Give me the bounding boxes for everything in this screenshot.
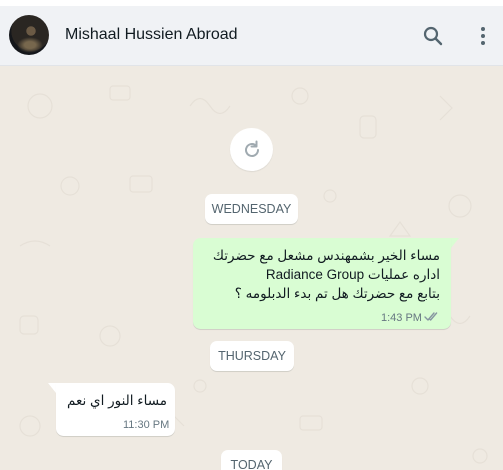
kebab-menu-icon[interactable]: [471, 24, 495, 48]
chat-window: Mishaal Hussien Abroad WEDNESDAY مساء ال…: [0, 0, 503, 470]
incoming-message-text: مساء النور اي نعم: [67, 393, 167, 408]
refresh-button[interactable]: [230, 128, 273, 171]
outgoing-bubble-tail: [451, 238, 459, 248]
outgoing-line-2: اداره عمليات Radiance Group: [265, 267, 440, 282]
outgoing-line-3: بتابع مع حضرتك هل تم بدء الدبلومه ؟: [234, 286, 440, 301]
refresh-icon: [245, 140, 259, 157]
date-separator-thursday: THURSDAY: [210, 341, 294, 371]
outgoing-message-text: مساء الخير بشمهندس مشعل مع حضرتك اداره ع…: [213, 246, 440, 303]
date-separator-today: TODAY: [221, 450, 282, 470]
contact-name[interactable]: Mishaal Hussien Abroad: [65, 26, 238, 44]
incoming-message-time: 11:30 PM: [123, 419, 170, 431]
date-separator-wednesday: WEDNESDAY: [205, 194, 298, 224]
chat-header[interactable]: Mishaal Hussien Abroad: [0, 6, 503, 66]
outgoing-line-1: مساء الخير بشمهندس مشعل مع حضرتك: [212, 248, 440, 263]
search-icon[interactable]: [421, 24, 445, 48]
outgoing-message[interactable]: مساء الخير بشمهندس مشعل مع حضرتك اداره ع…: [193, 238, 451, 329]
incoming-bubble-tail: [48, 383, 56, 393]
incoming-message[interactable]: مساء النور اي نعم 11:30 PM: [56, 383, 175, 436]
outgoing-message-time: 1:43 PM: [381, 312, 422, 324]
double-check-icon: [424, 312, 438, 321]
contact-avatar[interactable]: [9, 15, 49, 55]
